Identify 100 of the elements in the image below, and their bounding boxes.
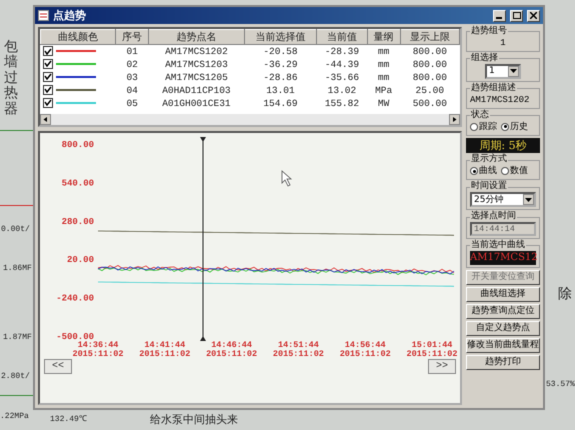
action-button[interactable]: 趋势打印 [466,355,540,370]
table-cell-text: 800.00 [412,70,448,84]
previous-button[interactable]: << [44,359,72,374]
action-button[interactable]: 自定义趋势点 [466,321,540,336]
group-label: 时间设置 [470,182,508,192]
cursor-line[interactable] [200,137,206,341]
radio-button[interactable] [501,122,509,131]
radio-button[interactable] [501,167,509,176]
axis-value-label: 280.00 [62,216,94,227]
table-cell-text: 02 [125,58,139,70]
axis-value-label: -500.00 [56,332,94,342]
time-label: 14:56:44 2015:11:02 [340,340,391,359]
radio-option[interactable]: 曲线 [470,165,497,178]
radio-button[interactable] [470,122,478,131]
table-cell-text: 25.00 [414,84,446,96]
action-button[interactable]: 修改当前曲线量程 [466,338,540,354]
window-icon [38,10,49,21]
column-header[interactable]: 曲线颜色 [40,30,116,44]
radio-button[interactable] [470,167,478,176]
table-cell-text: mm [376,58,390,70]
radio-option[interactable]: 跟踪 [470,120,497,133]
axis-value-label: 20.00 [66,255,94,266]
table-cell-text: AM17MCS1205 [164,70,229,84]
close-icon [530,12,537,19]
maximize-icon [512,12,520,19]
checkbox[interactable] [42,72,52,82]
table-cell-text: MPa [374,84,394,96]
column-header[interactable]: 趋势点名 [148,30,244,44]
caret-icon [523,194,534,206]
table-cell: AM17MCS1202 [148,44,244,58]
table-cell: -28.39 [316,44,368,58]
checkbox[interactable] [42,46,52,56]
equipment-label: 包墙过热器 [4,40,18,117]
checkbox[interactable] [42,84,52,95]
column-header[interactable]: 显示上限 [400,30,460,44]
radio-option[interactable]: 历史 [501,120,528,133]
time-label: 14:41:44 2015:11:02 [139,340,190,359]
group-select[interactable]: 1 [485,64,521,79]
radio-option[interactable]: 数值 [501,165,528,178]
scroll-right-icon[interactable] [449,114,460,125]
close-button[interactable] [527,10,540,22]
table-cell-text: 155.82 [324,96,360,110]
equipment-label: 除 [558,286,572,303]
table-cell-text: -44.39 [324,58,360,70]
action-button[interactable]: 趋势查询点定位 [466,304,540,320]
table-cell-text: 03 [125,70,139,84]
table-cell-text: A0HAD11CP103 [161,84,232,96]
column-header[interactable]: 当前选择值 [244,30,317,44]
column-header[interactable]: 当前值 [316,30,368,44]
time-label: 14:51:44 2015:11:02 [272,340,324,359]
reading-label: 132.49℃ [50,414,87,424]
axis-value-label: 540.00 [62,178,94,188]
table-cell-text: 05 [125,96,139,110]
group-label: 趋势组号 [470,27,508,37]
reading-label: 0.00t/ [1,225,30,234]
reading-label: 2.80t/ [1,372,30,381]
table-cell-text: 04 [125,84,139,96]
table-cell-text: -28.86 [262,70,299,84]
reading-label: .22MPa [0,412,29,421]
horizontal-scrollbar[interactable] [40,114,460,125]
column-header[interactable]: 量纲 [367,30,400,44]
checkbox[interactable] [42,58,52,69]
table-cell-text: -36.29 [262,58,299,70]
table-cell: 800.00 [400,44,460,58]
group-description: AM17MCS1202 [470,94,530,106]
minimize-button[interactable] [493,10,506,22]
next-button[interactable]: >> [428,359,456,374]
table-cell-text: A01GH001CE31 [161,96,232,110]
reading-label: 1.86MF [3,264,32,273]
table-cell: -20.58 [244,44,317,58]
table-cell-text: 800.00 [412,58,448,70]
table-cell-text: 500.00 [412,96,448,110]
action-button[interactable]: 曲线组选择 [466,287,540,302]
group-label: 状态 [470,110,490,121]
group-label: 显示方式 [470,155,508,166]
group-label: 趋势组描述 [470,84,517,94]
table-cell-text: 154.69 [262,96,299,110]
reading-label: 1.87MF [3,333,32,342]
time-label: 15:01:44 2015:11:02 [406,340,458,359]
time-label: 14:46:44 2015:11:02 [206,340,258,359]
caret-icon [508,66,519,77]
reading-label: 53.57% [546,380,575,389]
axis-value-label: -240.00 [56,294,94,304]
time-label: 14:36:44 2015:11:02 [72,340,124,359]
period-display: 周期: 5秒 [466,138,540,154]
mouse-pointer-icon [282,170,292,187]
column-header[interactable]: 序号 [116,30,149,44]
table-cell-text: mm [376,70,390,84]
pipe-label: 给水泵中间抽头来 [150,413,238,427]
table-cell: mm [367,44,400,58]
scroll-left-icon[interactable] [40,114,51,125]
axis-value-label: 800.00 [62,140,94,150]
time-select[interactable]: 25分钟 [470,192,536,208]
table-cell: 01 [116,44,149,58]
table-cell-text: 13.02 [326,84,358,96]
checkbox[interactable] [42,98,52,108]
group-label: 组选择 [470,54,499,64]
maximize-button[interactable] [510,10,523,22]
table-cell-text: 13.01 [265,84,296,96]
table-cell-text: MW [376,96,390,110]
